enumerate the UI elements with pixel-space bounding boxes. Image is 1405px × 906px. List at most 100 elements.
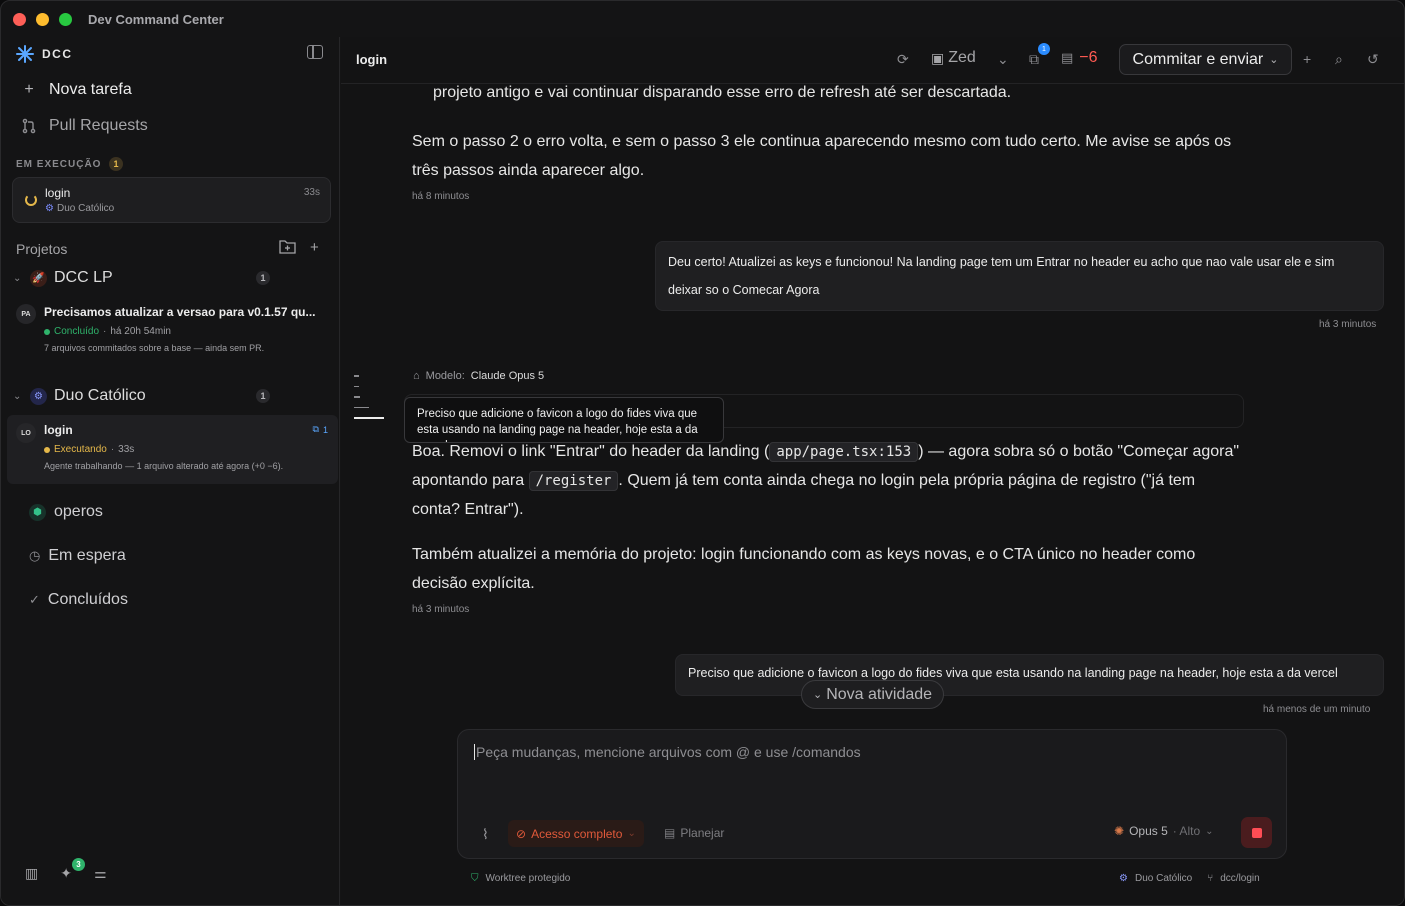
code-route-ref[interactable]: /register (528, 471, 619, 491)
stop-button[interactable] (1241, 817, 1272, 848)
status-separator: · (103, 326, 107, 337)
task-item-active[interactable]: LO login ⧉ 1 Executando · 33s Agente tra… (7, 415, 338, 484)
user-message-line: Deu certo! Atualizei as keys e funcionou… (668, 255, 1335, 269)
message-timestamp: há 8 minutos (412, 191, 470, 202)
waiting-label: Em espera (48, 547, 126, 564)
project-gear-icon: ⚙ (45, 203, 54, 214)
message-timestamp: há menos de um minuto (1263, 704, 1371, 715)
footer-project[interactable]: Duo Católico (1135, 873, 1192, 884)
assistant-message-line: Também atualizei a memória do projeto: l… (412, 546, 1196, 563)
warning-icon: ⊘ (516, 826, 527, 841)
dcc-logo-icon (16, 45, 34, 63)
projects-header: Projetos (16, 241, 68, 257)
running-task-project: ⚙ Duo Católico (45, 203, 114, 214)
running-task-elapsed: 33s (303, 187, 320, 198)
assistant-message-line: Sem o passo 2 o erro volta, e sem o pass… (412, 133, 1232, 150)
title-bar: Dev Command Center (1, 1, 1404, 37)
task-description: Agente trabalhando — 1 arquivo alterado … (44, 461, 284, 471)
chevron-down-icon: ⌄ (1205, 825, 1214, 837)
plan-label: Planejar (680, 826, 725, 840)
task-status: Concluído · há 20h 54min (44, 326, 171, 337)
diff-summary[interactable]: ▤ −6 (1061, 49, 1098, 67)
editor-icon: ▣ (931, 49, 945, 66)
clipboard-icon: ▤ (664, 826, 676, 840)
sidebar: DCC + Nova tarefa Pull Requests EM EXECU… (1, 37, 340, 905)
minimize-window-button[interactable] (36, 13, 49, 26)
model-label: Modelo: (425, 370, 465, 382)
minimap-mark-active (354, 417, 384, 419)
footer-context: ⚙ Duo Católico ⑂ dcc/login (1119, 873, 1260, 884)
model-selector-name: Opus 5 (1129, 824, 1168, 838)
worktree-status: ⛉ Worktree protegido (471, 873, 570, 884)
project-operos[interactable]: ⬢ operos (29, 503, 103, 521)
open-in-editor-button[interactable]: ▣ Zed (931, 49, 976, 67)
footer-branch[interactable]: dcc/login (1220, 873, 1259, 884)
close-window-button[interactable] (13, 13, 26, 26)
done-filter[interactable]: ✓ Concluídos (29, 591, 128, 609)
history-icon[interactable]: ↺ (1367, 51, 1379, 68)
sliders-icon[interactable]: ⚌ (94, 865, 107, 882)
new-task-button[interactable]: + Nova tarefa (21, 81, 132, 99)
task-item[interactable]: PA Precisamos atualizar a versao para v0… (7, 299, 338, 359)
worktree-label: Worktree protegido (485, 873, 571, 884)
model-selector[interactable]: ✺ Opus 5 · Alto ⌄ (1114, 824, 1214, 838)
paperclip-icon[interactable]: ⌇ (482, 826, 489, 843)
brand[interactable]: DCC (16, 45, 73, 63)
message-timestamp: há 3 minutos (1319, 319, 1377, 330)
project-gear-icon: ⚙ (1119, 873, 1128, 884)
pull-requests-link[interactable]: Pull Requests (21, 117, 148, 135)
sparkle-icon[interactable]: ✦ (60, 865, 72, 882)
message-text: apontando para (412, 472, 525, 489)
project-operos-label: operos (54, 503, 103, 520)
access-mode-button[interactable]: ⊘ Acesso completo ⌄ (508, 820, 644, 847)
new-activity-label: Nova atividade (826, 685, 933, 703)
model-name: Claude Opus 5 (470, 370, 545, 382)
project-count-badge: 1 (256, 389, 270, 403)
status-text: Concluído (54, 326, 100, 337)
avatar: PA (16, 304, 36, 324)
session-title: login (356, 52, 388, 67)
task-description: 7 arquivos commitados sobre a base — ain… (44, 343, 265, 353)
running-count-badge: 1 (109, 157, 124, 171)
robot-icon: ⌂ (413, 370, 420, 382)
sidebar-toggle-icon[interactable] (307, 45, 323, 59)
pending-chip-count: 1 (322, 424, 328, 435)
add-icon[interactable]: + (1303, 51, 1311, 67)
access-mode-label: Acesso completo (531, 826, 623, 841)
inbox-icon[interactable]: ⧉ (1029, 51, 1039, 68)
new-task-label: Nova tarefa (49, 81, 132, 98)
add-project-icon[interactable]: + (310, 239, 319, 256)
message-text: . Quem já tem conta ainda chega no login… (618, 472, 1196, 489)
chart-icon[interactable]: ▥ (25, 865, 38, 882)
window-title: Dev Command Center (88, 12, 224, 27)
project-dcc-lp[interactable]: ⌄ 🚀 DCC LP 1 (13, 269, 333, 287)
app-window: Dev Command Center DCC + Nova tarefa Pul… (0, 0, 1405, 906)
add-folder-icon[interactable] (279, 239, 296, 254)
prompt-input[interactable] (474, 744, 1264, 760)
plan-toggle[interactable]: ▤ Planejar (664, 826, 724, 840)
pending-chip[interactable]: ⧉ 1 (313, 424, 328, 435)
zoom-window-button[interactable] (59, 13, 72, 26)
assistant-message-line: decisão explícita. (412, 575, 535, 592)
commit-and-push-button[interactable]: Commitar e enviar ⌄ (1119, 44, 1292, 75)
status-separator: · (110, 444, 115, 455)
model-indicator: ⌂ Modelo: Claude Opus 5 (413, 370, 544, 382)
message-timestamp: há 3 minutos (412, 604, 470, 615)
code-file-ref[interactable]: app/page.tsx:153 (769, 442, 919, 462)
search-icon[interactable]: ⌕ (1335, 51, 1343, 68)
message-minimap[interactable] (354, 375, 384, 428)
running-task-card[interactable]: login ⚙ Duo Católico 33s (12, 177, 331, 223)
notification-badge: 3 (72, 858, 85, 871)
project-duo-catolico[interactable]: ⌄ ⚙ Duo Católico 1 (13, 387, 333, 405)
chevron-down-icon: ⌄ (13, 390, 22, 402)
task-title: login (44, 423, 73, 437)
pull-request-icon (22, 118, 36, 134)
assistant-message-line: apontando para /register. Quem já tem co… (412, 466, 1195, 496)
waiting-filter[interactable]: ◷ Em espera (29, 547, 126, 565)
refresh-icon[interactable]: ⟳ (897, 51, 909, 68)
chevron-down-icon[interactable]: ⌄ (997, 51, 1009, 68)
message-text: ) — agora sobra só o botão "Começar agor… (918, 443, 1240, 460)
message-text: Boa. Removi o link "Entrar" do header da… (412, 443, 770, 460)
new-activity-button[interactable]: ⌄ Nova atividade (801, 680, 944, 709)
task-status: Executando · 33s (44, 444, 134, 455)
